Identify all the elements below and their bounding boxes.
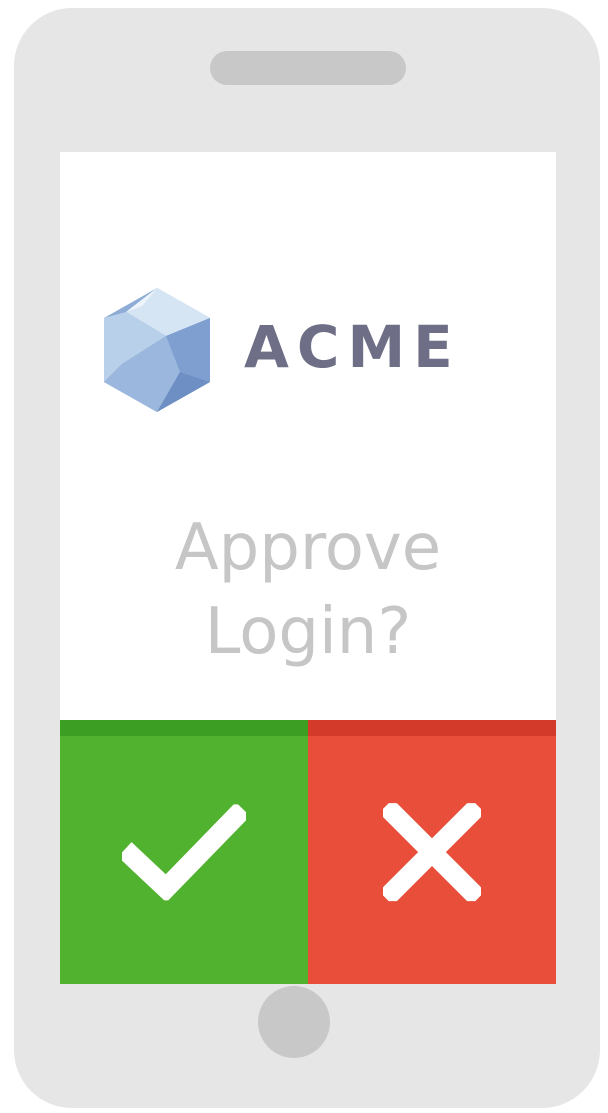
close-icon xyxy=(383,803,481,902)
home-button[interactable] xyxy=(258,986,330,1058)
prompt-line-1: Approve xyxy=(174,511,442,585)
brand-name: ACME xyxy=(244,313,461,381)
approve-button[interactable] xyxy=(60,720,308,984)
phone-speaker xyxy=(210,51,406,85)
phone-frame: ACME Approve Login? xyxy=(14,8,600,1108)
deny-button[interactable] xyxy=(308,720,556,984)
phone-screen: ACME Approve Login? xyxy=(60,152,556,984)
acme-logo: ACME xyxy=(96,284,516,416)
hexagon-gem-icon xyxy=(104,288,210,412)
prompt-line-2: Login? xyxy=(204,595,412,669)
action-bar xyxy=(60,720,556,984)
checkmark-icon xyxy=(122,804,246,901)
